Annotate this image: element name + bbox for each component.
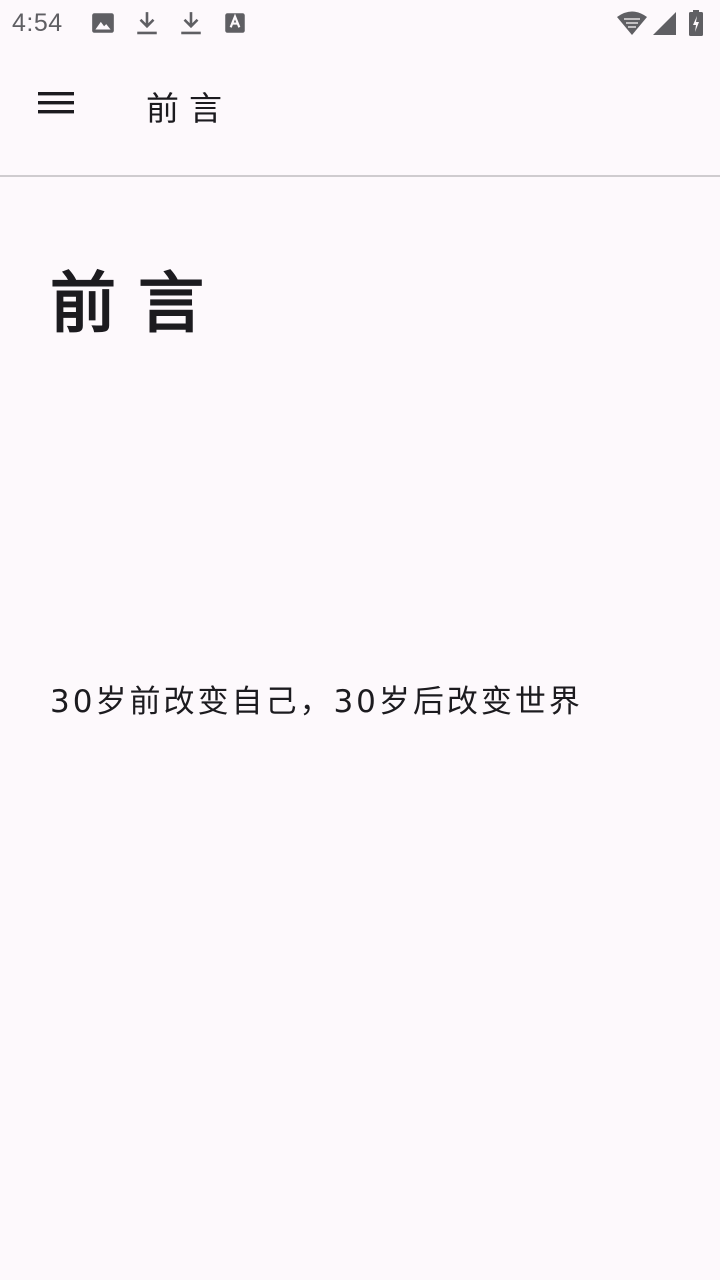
page-title: 前言 (50, 265, 226, 342)
download-icon (178, 10, 204, 36)
app-bar-title: 前言 (146, 89, 232, 128)
image-icon (90, 10, 116, 36)
menu-button[interactable] (24, 72, 88, 136)
status-bar: 4:54 (0, 0, 720, 48)
battery-charging-icon (688, 10, 704, 36)
status-time: 4:54 (12, 9, 63, 37)
signal-icon (652, 10, 678, 36)
top-app-bar: 前言 (0, 48, 720, 177)
menu-icon (38, 92, 74, 114)
download-icon (134, 10, 160, 36)
wifi-icon (616, 10, 648, 36)
body-text: 30岁前改变自己，30岁后改变世界 (50, 684, 583, 720)
text-icon (222, 10, 248, 36)
